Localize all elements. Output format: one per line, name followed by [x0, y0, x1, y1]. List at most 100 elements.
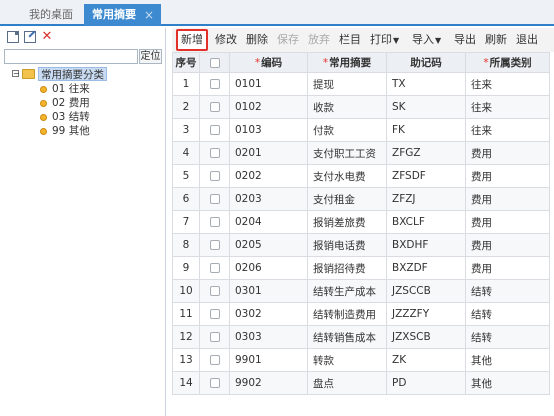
header-no[interactable]: 序号: [172, 52, 200, 73]
row-select[interactable]: [199, 118, 230, 142]
add-button[interactable]: 新增: [176, 29, 208, 51]
cell-mnemonic[interactable]: FK: [386, 118, 466, 142]
cell-mnemonic[interactable]: TX: [386, 72, 466, 96]
cell-mnemonic[interactable]: ZK: [386, 348, 466, 372]
cell-category[interactable]: 往来: [465, 118, 550, 142]
cell-mnemonic[interactable]: JZSCCB: [386, 279, 466, 303]
cell-mnemonic[interactable]: BXZDF: [386, 256, 466, 280]
row-number[interactable]: 4: [172, 141, 200, 165]
row-select[interactable]: [199, 164, 230, 188]
row-number[interactable]: 6: [172, 187, 200, 211]
row-number[interactable]: 3: [172, 118, 200, 142]
header-summary[interactable]: *常用摘要: [307, 52, 387, 73]
row-checkbox[interactable]: [209, 125, 220, 135]
cell-code[interactable]: 0302: [229, 302, 308, 326]
row-checkbox[interactable]: [209, 102, 220, 112]
cell-mnemonic[interactable]: BXCLF: [386, 210, 466, 234]
table-row[interactable]: 3 0103 付款 FK 往来: [172, 118, 550, 142]
edit-icon[interactable]: [24, 31, 36, 43]
row-checkbox[interactable]: [209, 217, 220, 227]
row-number[interactable]: 12: [172, 325, 200, 349]
cell-summary[interactable]: 支付水电费: [307, 164, 387, 188]
cell-summary[interactable]: 盘点: [307, 371, 387, 395]
table-row[interactable]: 1 0101 提现 TX 往来: [172, 72, 550, 96]
row-number[interactable]: 14: [172, 371, 200, 395]
row-checkbox[interactable]: [209, 263, 220, 273]
row-select[interactable]: [199, 72, 230, 96]
cell-category[interactable]: 费用: [465, 187, 550, 211]
cell-category[interactable]: 结转: [465, 302, 550, 326]
cell-mnemonic[interactable]: ZFZJ: [386, 187, 466, 211]
cell-code[interactable]: 0203: [229, 187, 308, 211]
import-button[interactable]: 导入▼: [412, 32, 441, 48]
cell-code[interactable]: 0101: [229, 72, 308, 96]
cell-summary[interactable]: 支付租金: [307, 187, 387, 211]
cell-code[interactable]: 0303: [229, 325, 308, 349]
export-button[interactable]: 导出: [454, 32, 476, 48]
discard-button[interactable]: 放弃: [308, 32, 330, 48]
row-number[interactable]: 5: [172, 164, 200, 188]
cell-mnemonic[interactable]: ZFGZ: [386, 141, 466, 165]
row-number[interactable]: 13: [172, 348, 200, 372]
cell-category[interactable]: 其他: [465, 371, 550, 395]
header-select-all[interactable]: [199, 52, 230, 73]
cell-code[interactable]: 0102: [229, 95, 308, 119]
cell-category[interactable]: 费用: [465, 256, 550, 280]
refresh-button[interactable]: 刷新: [485, 32, 507, 48]
cell-mnemonic[interactable]: JZXSCB: [386, 325, 466, 349]
row-checkbox[interactable]: [209, 79, 220, 89]
select-all-checkbox[interactable]: [209, 57, 220, 68]
row-select[interactable]: [199, 233, 230, 257]
header-mnemonic[interactable]: 助记码: [386, 52, 466, 73]
header-category[interactable]: *所属类别: [465, 52, 550, 73]
cell-summary[interactable]: 结转生产成本: [307, 279, 387, 303]
table-row[interactable]: 5 0202 支付水电费 ZFSDF 费用: [172, 164, 550, 188]
edit-button[interactable]: 修改: [215, 32, 237, 48]
row-checkbox[interactable]: [209, 309, 220, 319]
cell-summary[interactable]: 支付职工工资: [307, 141, 387, 165]
cell-mnemonic[interactable]: SK: [386, 95, 466, 119]
row-select[interactable]: [199, 95, 230, 119]
cell-summary[interactable]: 报销招待费: [307, 256, 387, 280]
delete-button[interactable]: 删除: [246, 32, 268, 48]
cell-summary[interactable]: 转款: [307, 348, 387, 372]
cell-code[interactable]: 0206: [229, 256, 308, 280]
table-row[interactable]: 4 0201 支付职工工资 ZFGZ 费用: [172, 141, 550, 165]
row-number[interactable]: 8: [172, 233, 200, 257]
cell-category[interactable]: 其他: [465, 348, 550, 372]
table-row[interactable]: 14 9902 盘点 PD 其他: [172, 371, 550, 395]
row-select[interactable]: [199, 187, 230, 211]
save-button[interactable]: 保存: [277, 32, 299, 48]
cell-code[interactable]: 0201: [229, 141, 308, 165]
cell-mnemonic[interactable]: BXDHF: [386, 233, 466, 257]
row-checkbox[interactable]: [209, 171, 220, 181]
table-row[interactable]: 10 0301 结转生产成本 JZSCCB 结转: [172, 279, 550, 303]
table-row[interactable]: 6 0203 支付租金 ZFZJ 费用: [172, 187, 550, 211]
row-select[interactable]: [199, 302, 230, 326]
row-checkbox[interactable]: [209, 240, 220, 250]
new-icon[interactable]: [7, 31, 19, 43]
row-checkbox[interactable]: [209, 355, 220, 365]
cell-category[interactable]: 费用: [465, 210, 550, 234]
row-checkbox[interactable]: [209, 378, 220, 388]
row-select[interactable]: [199, 325, 230, 349]
cell-mnemonic[interactable]: ZFSDF: [386, 164, 466, 188]
table-row[interactable]: 11 0302 结转制造费用 JZZZFY 结转: [172, 302, 550, 326]
close-icon[interactable]: ×: [144, 4, 154, 26]
cell-code[interactable]: 0205: [229, 233, 308, 257]
cell-category[interactable]: 结转: [465, 325, 550, 349]
exit-button[interactable]: 退出: [516, 32, 538, 48]
tab-my-desktop[interactable]: 我的桌面: [29, 5, 73, 24]
cell-code[interactable]: 0301: [229, 279, 308, 303]
row-number[interactable]: 10: [172, 279, 200, 303]
cell-summary[interactable]: 结转制造费用: [307, 302, 387, 326]
cell-summary[interactable]: 收款: [307, 95, 387, 119]
cell-category[interactable]: 往来: [465, 95, 550, 119]
columns-button[interactable]: 栏目: [339, 32, 361, 48]
cell-summary[interactable]: 报销差旅费: [307, 210, 387, 234]
row-checkbox[interactable]: [209, 286, 220, 296]
cell-summary[interactable]: 提现: [307, 72, 387, 96]
cell-code[interactable]: 0103: [229, 118, 308, 142]
row-number[interactable]: 1: [172, 72, 200, 96]
cell-code[interactable]: 9901: [229, 348, 308, 372]
